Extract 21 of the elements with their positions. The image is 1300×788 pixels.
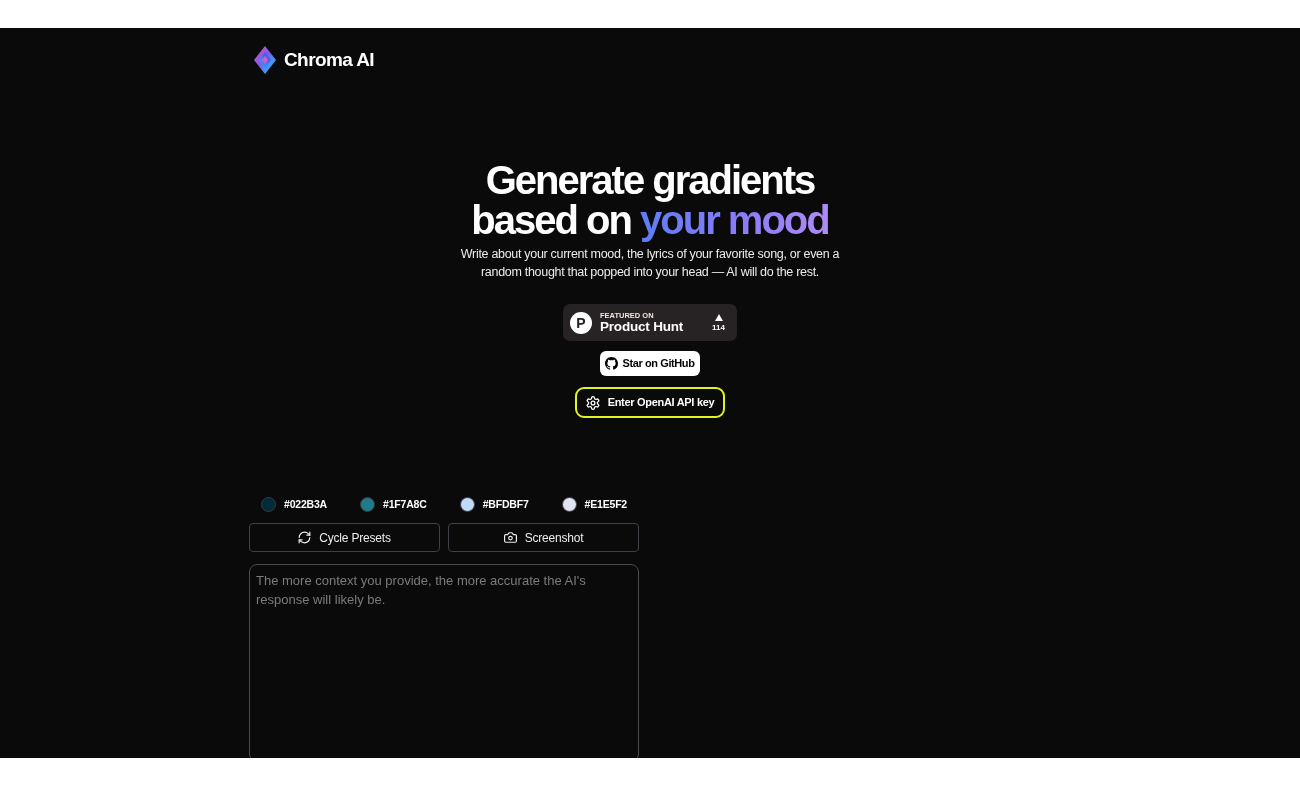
camera-icon [503, 531, 517, 544]
gear-icon [585, 395, 600, 410]
mood-text-area[interactable]: The more context you provide, the more accurate the AI's response will likely be. [249, 564, 639, 758]
api-key-button[interactable]: Enter OpenAI API key [574, 387, 726, 418]
screenshot-button[interactable]: Screenshot [448, 523, 639, 552]
badge-title: Product Hunt [600, 319, 684, 334]
hex-code-label: #E1E5F2 [584, 497, 627, 511]
hero-subtitle: Write about your current mood, the lyrics of your favorite song, or even a random thought that popped into your head — AI will do the rest. [459, 246, 841, 281]
refresh-icon [298, 531, 312, 544]
brand-name: Chroma AI [284, 48, 374, 72]
hex-code-label: #1F7A8C [383, 497, 427, 511]
diamond-logo-icon [254, 46, 276, 74]
letter-logo-icon: P [570, 311, 592, 334]
hex-code-label: #BFDBF7 [482, 497, 529, 511]
upvote-triangle-icon [714, 313, 723, 321]
hero-heading: Generate gradients based on your mood [470, 160, 830, 240]
hex-code-label: #022B3A [284, 497, 327, 511]
vote-count: 114 [712, 322, 725, 332]
cycle-presets-button[interactable]: Cycle Presets [249, 523, 440, 552]
github-icon [605, 357, 619, 370]
github-star-button[interactable]: Star on GitHub [600, 351, 700, 376]
